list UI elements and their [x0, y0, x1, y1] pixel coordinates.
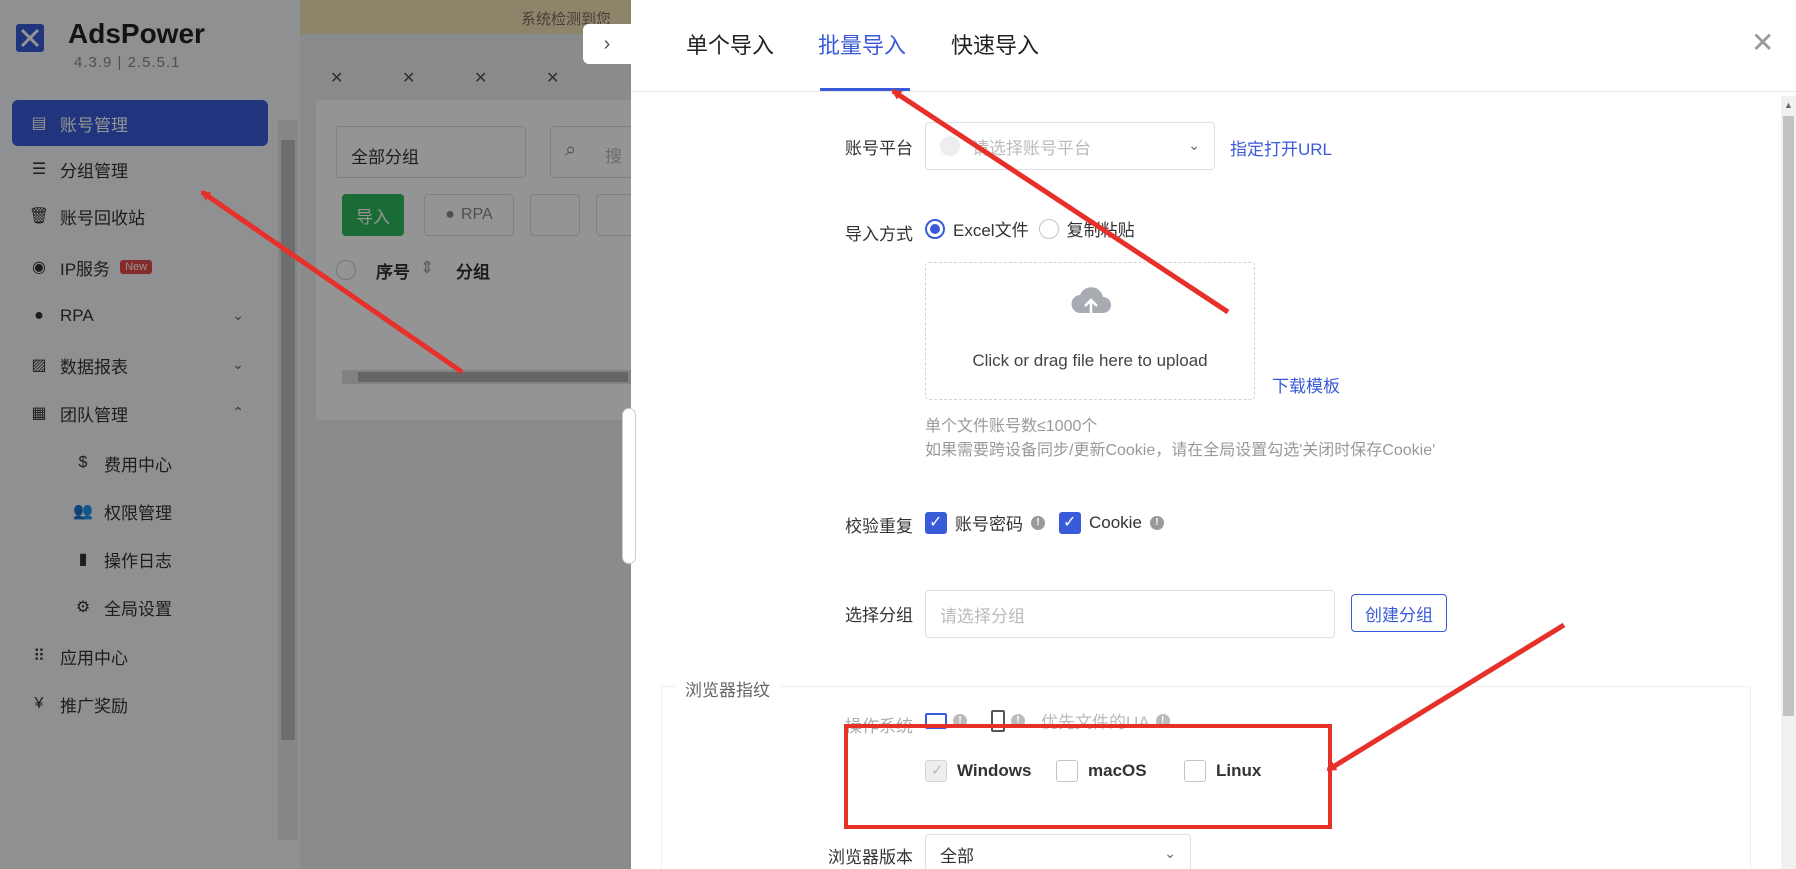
import-method-group: Excel文件 复制粘贴 [925, 216, 1135, 241]
cloud-upload-icon [1071, 287, 1111, 315]
drawer-resize-handle[interactable] [622, 408, 636, 564]
info-icon[interactable]: ! [1031, 515, 1045, 530]
drawer-scrollbar[interactable]: ▲ [1781, 96, 1796, 869]
cookie-sync-hint: 如果需要跨设备同步/更新Cookie，请在全局设置勾选'关闭时保存Cookie' [925, 442, 1436, 459]
browser-version-value: 全部 [940, 846, 974, 866]
chevron-down-icon: ⌄ [1164, 845, 1176, 861]
ua-priority-label: 优先文件的UA [1041, 713, 1150, 732]
specify-url-link[interactable]: 指定打开URL [1230, 135, 1332, 160]
os-option-macos[interactable]: macOS [1056, 760, 1147, 782]
upload-text: Click or drag file here to upload [972, 351, 1208, 370]
windows-label: Windows [957, 761, 1032, 780]
windows-checkbox[interactable] [925, 760, 947, 782]
macos-label: macOS [1088, 761, 1147, 780]
import-tabs: 单个导入 批量导入 快速导入 ✕ [631, 0, 1796, 92]
platform-select[interactable]: 请选择账号平台 ⌄ [925, 122, 1215, 170]
linux-checkbox[interactable] [1184, 760, 1206, 782]
modal-overlay[interactable] [0, 0, 631, 869]
file-upload-area[interactable]: Click or drag file here to upload [925, 262, 1255, 400]
radio-paste[interactable] [1038, 218, 1059, 239]
create-group-button[interactable]: 创建分组 [1351, 594, 1447, 632]
browser-version-select[interactable]: 全部 ⌄ [925, 834, 1191, 869]
chevron-right-icon[interactable]: › [583, 24, 631, 64]
mobile-icon[interactable] [991, 709, 1005, 732]
dedupe-label: 校验重复 [845, 517, 913, 536]
macos-checkbox[interactable] [1056, 760, 1078, 782]
browser-version-label: 浏览器版本 [828, 848, 913, 867]
download-template-link[interactable]: 下载模板 [1272, 372, 1340, 397]
info-icon[interactable]: ! [1155, 713, 1170, 728]
platform-placeholder-icon [940, 136, 960, 156]
platform-placeholder: 请选择账号平台 [972, 138, 1091, 158]
dedupe-cookie-label: Cookie [1089, 512, 1142, 532]
tab-batch-import[interactable]: 批量导入 [818, 28, 906, 60]
group-select[interactable]: 请选择分组 [925, 590, 1335, 638]
group-label: 选择分组 [845, 606, 913, 625]
dedupe-cookie-checkbox[interactable] [1059, 511, 1081, 534]
tab-single-import[interactable]: 单个导入 [686, 28, 774, 60]
os-option-linux[interactable]: Linux [1184, 760, 1261, 782]
import-drawer: 单个导入 批量导入 快速导入 ✕ 账号平台 请选择账号平台 ⌄ 指定打开URL … [631, 0, 1796, 869]
file-limit-hint: 单个文件账号数≤1000个 [925, 418, 1098, 435]
info-icon[interactable]: ! [1011, 713, 1025, 728]
tab-quick-import[interactable]: 快速导入 [951, 28, 1039, 60]
os-label: 操作系统 [845, 717, 913, 736]
platform-label: 账号平台 [845, 139, 913, 158]
radio-excel-label: Excel文件 [953, 221, 1029, 240]
close-icon[interactable]: ✕ [1751, 26, 1774, 59]
dedupe-group: 账号密码 ! Cookie ! [925, 510, 1164, 535]
radio-paste-label: 复制粘贴 [1066, 221, 1135, 240]
info-icon[interactable]: ! [1149, 515, 1164, 530]
dedupe-password-label: 账号密码 [955, 515, 1023, 534]
import-method-label: 导入方式 [845, 225, 913, 244]
os-type-group: ! ! 优先文件的UA ! [925, 708, 1170, 733]
linux-label: Linux [1216, 761, 1262, 780]
group-placeholder: 请选择分组 [940, 606, 1025, 626]
chevron-down-icon: ⌄ [1188, 137, 1200, 153]
radio-excel[interactable] [925, 218, 945, 239]
dedupe-password-checkbox[interactable] [925, 511, 947, 534]
info-icon[interactable]: ! [953, 713, 967, 728]
os-option-windows[interactable]: Windows [925, 760, 1031, 782]
fingerprint-title: 浏览器指纹 [675, 676, 780, 701]
active-tab-indicator [820, 88, 910, 91]
desktop-icon[interactable] [925, 712, 947, 729]
